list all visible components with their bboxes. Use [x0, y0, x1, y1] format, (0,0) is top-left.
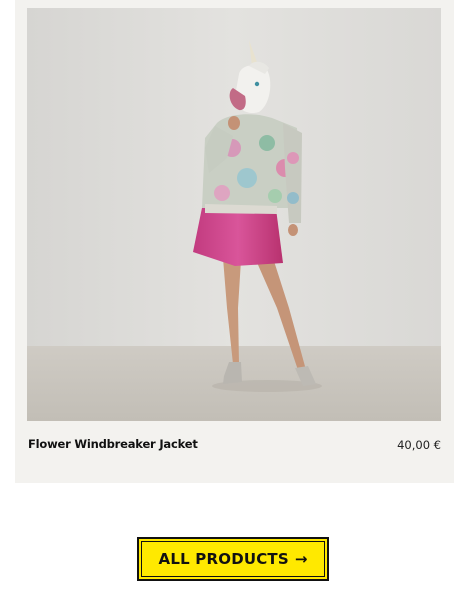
product-image[interactable]	[27, 8, 441, 421]
page: Flower Windbreaker Jacket 40,00 € ALL PR…	[0, 0, 470, 595]
all-products-button[interactable]: ALL PRODUCTS →	[137, 537, 329, 581]
product-card[interactable]: Flower Windbreaker Jacket 40,00 €	[15, 0, 454, 483]
all-products-label: ALL PRODUCTS	[158, 550, 289, 568]
product-price: 40,00 €	[397, 438, 441, 452]
arrow-right-icon: →	[294, 550, 308, 568]
product-photo-illustration	[27, 8, 441, 421]
product-name[interactable]: Flower Windbreaker Jacket	[28, 437, 198, 451]
